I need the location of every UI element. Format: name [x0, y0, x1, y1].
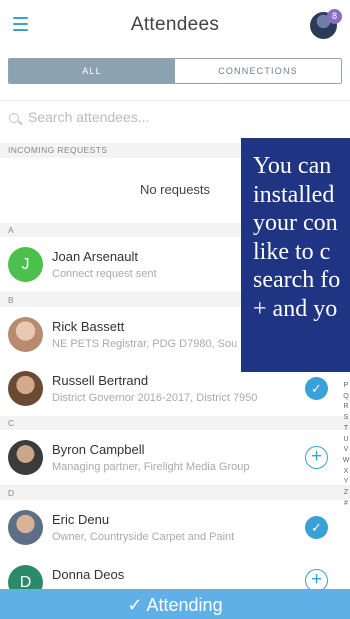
search-icon	[9, 113, 19, 123]
attendee-subtitle: Managing partner, Firelight Media Group	[52, 461, 250, 473]
attendee-filter: ALL CONNECTIONS	[8, 58, 342, 84]
attendee-name: Joan Arsenault	[52, 249, 139, 264]
attendee-name: Eric Denu	[52, 512, 110, 527]
attending-button[interactable]: ✓ Attending	[0, 589, 350, 619]
search-input[interactable]	[28, 109, 328, 125]
section-header-d: D	[0, 486, 350, 500]
avatar	[8, 440, 43, 475]
connected-check-icon[interactable]: ✓	[305, 516, 328, 539]
index-letter[interactable]: Q	[342, 392, 350, 403]
attendee-name: Rick Bassett	[52, 319, 125, 334]
index-letter[interactable]: S	[342, 413, 350, 424]
alphabet-index[interactable]: P Q R S T U V W X Y Z #	[342, 381, 350, 509]
tab-connections[interactable]: CONNECTIONS	[175, 59, 341, 83]
attendee-name: Byron Campbell	[52, 442, 145, 457]
add-connection-icon[interactable]: +	[305, 446, 328, 469]
top-bar: Attendees 8	[0, 0, 350, 50]
attendee-row[interactable]: Byron Campbell Managing partner, Firelig…	[0, 430, 350, 486]
index-letter[interactable]: Z	[342, 488, 350, 499]
check-icon: ✓	[127, 595, 143, 615]
search-bar	[0, 100, 350, 138]
attendee-row[interactable]: Eric Denu Owner, Countryside Carpet and …	[0, 500, 350, 556]
attending-label: Attending	[146, 595, 223, 615]
avatar	[8, 317, 43, 352]
notification-badge: 8	[327, 9, 342, 24]
attendee-subtitle: Owner, Countryside Carpet and Paint	[52, 531, 235, 543]
index-letter[interactable]: V	[342, 445, 350, 456]
index-letter[interactable]: U	[342, 435, 350, 446]
connected-check-icon[interactable]: ✓	[305, 377, 328, 400]
index-letter[interactable]: P	[342, 381, 350, 392]
index-letter[interactable]: X	[342, 467, 350, 478]
attendee-subtitle: Connect request sent	[52, 268, 157, 280]
avatar: J	[8, 247, 43, 282]
attendee-subtitle: NE PETS Registrar, PDG D7980, Sou	[52, 338, 238, 350]
tab-all[interactable]: ALL	[9, 59, 175, 83]
index-letter[interactable]: R	[342, 402, 350, 413]
page-title: Attendees	[130, 14, 220, 35]
instruction-overlay: You can installed your con like to c sea…	[241, 138, 350, 372]
index-letter[interactable]: Y	[342, 477, 350, 488]
attendee-name: Russell Bertrand	[52, 373, 149, 388]
index-letter[interactable]: W	[342, 456, 350, 467]
attendee-name: Donna Deos	[52, 567, 125, 582]
index-letter[interactable]: T	[342, 424, 350, 435]
avatar	[8, 510, 43, 545]
avatar	[8, 371, 43, 406]
attendee-subtitle: District Governor 2016-2017, District 79…	[52, 392, 258, 404]
index-letter[interactable]: #	[342, 499, 350, 510]
section-header-c: C	[0, 416, 350, 430]
overlay-text: You can installed your con like to c sea…	[253, 153, 341, 322]
